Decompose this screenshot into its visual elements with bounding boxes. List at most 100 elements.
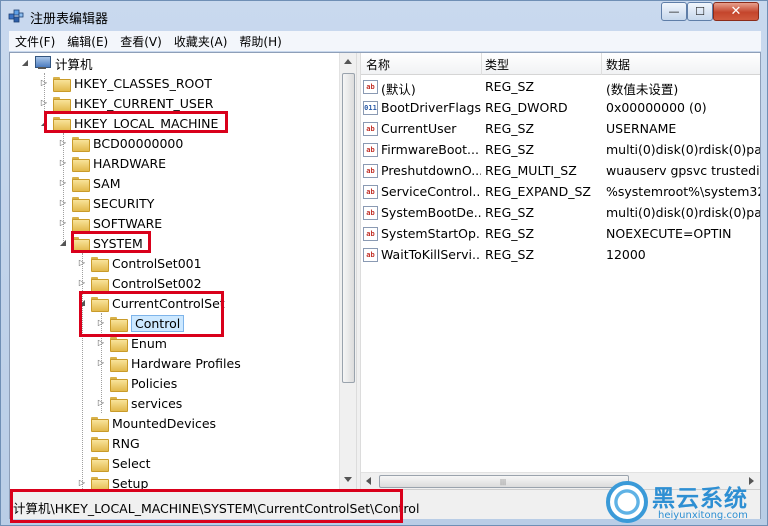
collapse-icon[interactable]: ◢ xyxy=(39,118,49,128)
scroll-left-arrow-icon[interactable] xyxy=(366,477,371,485)
value-name: CurrentUser xyxy=(381,121,457,136)
folder-icon xyxy=(110,336,128,352)
tree-node-security[interactable]: ▷ SECURITY xyxy=(58,193,154,213)
expand-icon[interactable]: ▷ xyxy=(77,258,87,268)
expand-icon[interactable]: ▷ xyxy=(58,178,68,188)
tree-node-hklm[interactable]: ◢ HKEY_LOCAL_MACHINE xyxy=(39,113,218,133)
list-scroll-thumb[interactable]: ||| xyxy=(379,475,629,488)
value-row[interactable]: ab FirmwareBoot... REG_SZ multi(0)disk(0… xyxy=(361,140,760,161)
tree-node-enum[interactable]: ▷ Enum xyxy=(96,333,167,353)
scroll-down-arrow-icon[interactable] xyxy=(344,477,352,482)
menu-help[interactable]: 帮助(H) xyxy=(233,33,287,50)
menu-favorites[interactable]: 收藏夹(A) xyxy=(168,33,234,50)
tree-node-label: Setup xyxy=(112,475,149,490)
tree-node-hkcr[interactable]: ▷ HKEY_CLASSES_ROOT xyxy=(39,73,212,93)
expand-icon[interactable]: ▷ xyxy=(58,158,68,168)
folder-icon xyxy=(110,376,128,392)
expand-icon[interactable]: ▷ xyxy=(77,278,87,288)
folder-icon xyxy=(91,416,109,432)
tree-node-sam[interactable]: ▷ SAM xyxy=(58,173,121,193)
column-header-data[interactable]: 数据 xyxy=(606,56,630,73)
string-value-icon: ab xyxy=(363,143,378,157)
value-row[interactable]: 011 BootDriverFlags REG_DWORD 0x00000000… xyxy=(361,98,760,119)
status-path: 计算机\HKEY_LOCAL_MACHINE\SYSTEM\CurrentCon… xyxy=(13,501,420,516)
collapse-icon[interactable]: ◢ xyxy=(20,58,30,68)
scroll-up-arrow-icon[interactable] xyxy=(344,59,352,64)
tree-node-setup[interactable]: ▷ Setup xyxy=(77,473,148,489)
value-row[interactable]: ab SystemBootDe... REG_SZ multi(0)disk(0… xyxy=(361,203,760,224)
tree-node-label: 计算机 xyxy=(55,56,93,72)
expand-icon[interactable]: ▷ xyxy=(96,358,106,368)
string-value-icon: ab xyxy=(363,164,378,178)
maximize-button[interactable]: ☐ xyxy=(687,2,713,21)
string-value-icon: ab xyxy=(363,122,378,136)
expand-icon[interactable]: ▷ xyxy=(96,338,106,348)
grip-icon: ||| xyxy=(500,479,507,486)
tree-node-hardware[interactable]: ▷ HARDWARE xyxy=(58,153,166,173)
tree-node-policies[interactable]: Policies xyxy=(96,373,177,393)
column-header-name[interactable]: 名称 xyxy=(366,56,390,73)
value-row[interactable]: ab ServiceControl... REG_EXPAND_SZ %syst… xyxy=(361,182,760,203)
value-row[interactable]: ab SystemStartOp... REG_SZ NOEXECUTE=OPT… xyxy=(361,224,760,245)
value-row[interactable]: ab CurrentUser REG_SZ USERNAME xyxy=(361,119,760,140)
tree-node-label: MountedDevices xyxy=(112,415,217,431)
expand-icon[interactable]: ▷ xyxy=(96,318,106,328)
close-button[interactable]: ✕ xyxy=(713,2,759,21)
minimize-button[interactable]: — xyxy=(661,2,687,21)
value-row[interactable]: ab PreshutdownO... REG_MULTI_SZ wuauserv… xyxy=(361,161,760,182)
string-value-icon: ab xyxy=(363,206,378,220)
registry-editor-window: 注册表编辑器 — ☐ ✕ 文件(F) 编辑(E) 查看(V) 收藏夹(A) 帮助… xyxy=(0,0,768,526)
value-type: REG_SZ xyxy=(485,226,535,241)
tree-node-label: SYSTEM xyxy=(93,235,143,251)
tree-node-bcd[interactable]: ▷ BCD00000000 xyxy=(58,133,183,153)
expand-icon[interactable]: ▷ xyxy=(58,198,68,208)
menu-edit[interactable]: 编辑(E) xyxy=(61,33,114,50)
column-separator[interactable] xyxy=(601,53,602,75)
tree-node-system[interactable]: ◢ SYSTEM xyxy=(58,233,143,253)
value-name: FirmwareBoot... xyxy=(381,142,479,157)
expand-icon[interactable]: ▷ xyxy=(39,98,49,108)
title-bar[interactable]: 注册表编辑器 — ☐ ✕ xyxy=(1,1,767,31)
expand-icon[interactable]: ▷ xyxy=(96,398,106,408)
tree-node-services[interactable]: ▷ services xyxy=(96,393,182,413)
value-row[interactable]: ab (默认) REG_SZ (数值未设置) xyxy=(361,77,760,98)
tree-node-label: ControlSet002 xyxy=(112,275,202,291)
string-value-icon: ab xyxy=(363,227,378,241)
tree-node-label: BCD00000000 xyxy=(93,135,184,151)
values-list[interactable]: 名称 类型 数据 ab (默认) REG_SZ (数值未设置) 011 Boot… xyxy=(361,53,760,489)
value-type: REG_SZ xyxy=(485,121,535,136)
tree-node-mounteddevices[interactable]: MountedDevices xyxy=(77,413,216,433)
registry-tree[interactable]: ◢ 计算机 ▷ HKEY_CLASSES_ROOT ▷ HKEY_CURRENT… xyxy=(10,53,356,489)
column-header-type[interactable]: 类型 xyxy=(485,56,509,73)
tree-node-control[interactable]: ▷ Control xyxy=(96,313,185,333)
tree-node-hkcu[interactable]: ▷ HKEY_CURRENT_USER xyxy=(39,93,213,113)
regedit-app-icon xyxy=(8,9,24,23)
value-data: NOEXECUTE=OPTIN xyxy=(606,226,732,241)
value-data: 12000 xyxy=(606,247,646,262)
tree-scroll-thumb[interactable] xyxy=(342,73,355,383)
collapse-icon[interactable]: ◢ xyxy=(77,298,87,308)
folder-icon xyxy=(91,256,109,272)
tree-node-computer[interactable]: ◢ 计算机 xyxy=(20,53,93,73)
tree-node-label: SECURITY xyxy=(93,195,155,211)
collapse-icon[interactable]: ◢ xyxy=(58,238,68,248)
tree-node-select[interactable]: Select xyxy=(77,453,151,473)
expand-icon[interactable]: ▷ xyxy=(39,78,49,88)
tree-node-currentcontrolset[interactable]: ◢ CurrentControlSet xyxy=(77,293,225,313)
tree-node-controlset001[interactable]: ▷ ControlSet001 xyxy=(77,253,202,273)
expand-icon[interactable]: ▷ xyxy=(77,478,87,488)
column-separator[interactable] xyxy=(481,53,482,75)
value-row[interactable]: ab WaitToKillServi... REG_SZ 12000 xyxy=(361,245,760,266)
menu-view[interactable]: 查看(V) xyxy=(114,33,168,50)
tree-vertical-scrollbar[interactable] xyxy=(339,53,356,489)
tree-node-hardware-profiles[interactable]: ▷ Hardware Profiles xyxy=(96,353,241,373)
tree-node-rng[interactable]: RNG xyxy=(77,433,140,453)
folder-icon xyxy=(110,396,128,412)
tree-node-software[interactable]: ▷ SOFTWARE xyxy=(58,213,162,233)
value-type: REG_EXPAND_SZ xyxy=(485,184,591,199)
expand-icon[interactable]: ▷ xyxy=(58,138,68,148)
tree-node-controlset002[interactable]: ▷ ControlSet002 xyxy=(77,273,202,293)
expand-icon[interactable]: ▷ xyxy=(58,218,68,228)
menu-file[interactable]: 文件(F) xyxy=(9,33,61,50)
value-name: PreshutdownO... xyxy=(381,163,481,178)
